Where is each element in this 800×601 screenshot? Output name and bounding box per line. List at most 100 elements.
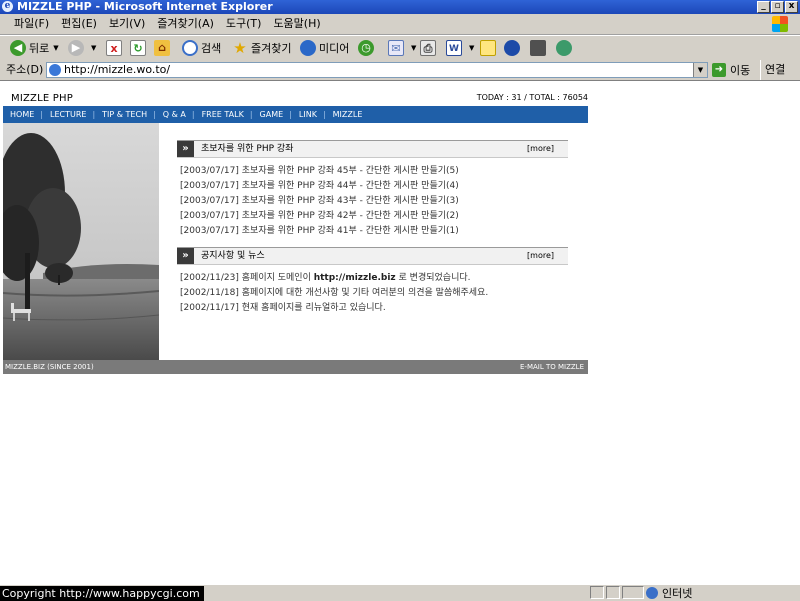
back-button[interactable]: ◀ 뒤로 ▼: [10, 39, 59, 57]
list-item[interactable]: [2002/11/17] 현재 홈페이지를 리뉴얼하고 있습니다.: [180, 301, 488, 316]
search-label: 검색: [201, 42, 222, 55]
note-icon: [480, 40, 496, 56]
refresh-button[interactable]: ↻: [130, 39, 149, 57]
mail-button[interactable]: ✉ ▼: [388, 39, 416, 57]
chevron-down-icon[interactable]: ▼: [469, 44, 474, 52]
content-area: » 초보자를 위한 PHP 강좌 [more] [2003/07/17] 초보자…: [159, 123, 588, 360]
landscape-photo: [3, 123, 159, 360]
messenger-button[interactable]: [556, 39, 575, 57]
menu-edit[interactable]: 편집(E): [55, 14, 103, 34]
close-button[interactable]: x: [785, 1, 798, 13]
menu-favorites[interactable]: 즐겨찾기(A): [151, 14, 220, 34]
home-button[interactable]: ⌂: [154, 39, 173, 57]
list-item[interactable]: [2003/07/17] 초보자를 위한 PHP 강좌 43부 - 간단한 게시…: [180, 194, 459, 209]
globe-icon: [646, 587, 658, 599]
favorites-button[interactable]: ★ 즐겨찾기: [232, 39, 291, 57]
menu-help[interactable]: 도움말(H): [267, 14, 326, 34]
menu-view[interactable]: 보기(V): [103, 14, 151, 34]
list-item[interactable]: [2003/07/17] 초보자를 위한 PHP 강좌 41부 - 간단한 게시…: [180, 224, 459, 239]
media-button[interactable]: 미디어: [300, 39, 349, 57]
more-link[interactable]: [more]: [527, 248, 554, 264]
status-panel: [590, 586, 604, 599]
forward-button[interactable]: ▶ ▼: [68, 39, 96, 57]
chevron-down-icon[interactable]: ▼: [91, 44, 96, 52]
nav-tip-tech[interactable]: TIP & TECH: [95, 110, 153, 119]
home-icon: ⌂: [154, 40, 170, 56]
address-label: 주소(D): [6, 63, 44, 76]
forward-arrow-icon: ▶: [68, 40, 84, 56]
history-icon: ◷: [358, 40, 374, 56]
double-arrow-icon: »: [177, 141, 194, 157]
footer-copyright: MIZZLE.BIZ (SINCE 2001): [5, 363, 94, 371]
messenger-chart-button[interactable]: [530, 39, 549, 57]
mail-icon: ✉: [388, 40, 404, 56]
search-button[interactable]: 검색: [182, 39, 221, 57]
section-title: 초보자를 위한 PHP 강좌: [201, 144, 294, 154]
links-button[interactable]: 연결: [760, 60, 785, 80]
main-area: » 초보자를 위한 PHP 강좌 [more] [2003/07/17] 초보자…: [3, 123, 588, 360]
status-panel: [606, 586, 620, 599]
site-nav: HOME | LECTURE | TIP & TECH | Q & A | FREE T…: [3, 106, 588, 123]
nav-home[interactable]: HOME: [3, 110, 40, 119]
nav-qa[interactable]: Q & A: [156, 110, 192, 119]
print-button[interactable]: ⎙: [420, 39, 439, 57]
site-logo[interactable]: MIZZLE PHP: [11, 93, 73, 104]
nav-free-talk[interactable]: FREE TALK: [195, 110, 250, 119]
nav-link[interactable]: LINK: [292, 110, 323, 119]
security-zone: 인터넷: [646, 586, 692, 600]
go-label: 이동: [730, 64, 751, 77]
list-item[interactable]: [2003/07/17] 초보자를 위한 PHP 강좌 45부 - 간단한 게시…: [180, 164, 459, 179]
status-bar: Copyright http://www.happycgi.com 인터넷: [0, 584, 800, 601]
back-arrow-icon: ◀: [10, 40, 26, 56]
discuss-button[interactable]: [480, 39, 499, 57]
refresh-icon: ↻: [130, 40, 146, 56]
domain-link[interactable]: http://mizzle.biz: [314, 273, 396, 283]
nav-lecture[interactable]: LECTURE: [43, 110, 92, 119]
web-page: MIZZLE PHP TODAY : 31 / TOTAL : 76054 HO…: [0, 81, 800, 584]
nav-game[interactable]: GAME: [253, 110, 290, 119]
list-item-text: [2002/11/23] 홈페이지 도메인이: [180, 273, 314, 283]
minimize-button[interactable]: _: [757, 1, 770, 13]
nav-mizzle[interactable]: MIZZLE: [326, 110, 369, 119]
more-link[interactable]: [more]: [527, 141, 554, 157]
go-button[interactable]: ➜ 이동: [712, 62, 750, 78]
edit-button[interactable]: W ▼: [446, 39, 474, 57]
chevron-down-icon[interactable]: ▼: [693, 63, 707, 77]
history-button[interactable]: ◷: [358, 39, 377, 57]
window-controls: _ ▫ x: [757, 1, 798, 13]
ie-app-icon: e: [2, 1, 13, 12]
chevron-down-icon[interactable]: ▼: [53, 44, 58, 52]
stop-button[interactable]: x: [106, 39, 125, 57]
list-item-text: 로 변경되었습니다.: [395, 273, 471, 283]
double-arrow-icon: »: [177, 248, 194, 264]
address-url[interactable]: http://mizzle.wo.to/: [64, 63, 170, 77]
email-link[interactable]: E-MAIL TO MIZZLE: [520, 360, 584, 374]
list-item[interactable]: [2002/11/18] 홈페이지에 대한 개선사항 및 기타 여러분의 의견을…: [180, 286, 488, 301]
zone-label: 인터넷: [662, 587, 693, 600]
window-title: MIZZLE PHP - Microsoft Internet Explorer: [17, 0, 273, 13]
chart-icon: [530, 40, 546, 56]
menu-tools[interactable]: 도구(T): [220, 14, 268, 34]
address-input[interactable]: http://mizzle.wo.to/ ▼: [46, 62, 708, 78]
research-button[interactable]: [504, 39, 523, 57]
list-item[interactable]: [2003/07/17] 초보자를 위한 PHP 강좌 44부 - 간단한 게시…: [180, 179, 459, 194]
back-label: 뒤로: [29, 42, 50, 55]
notice-section-header: » 공지사항 및 뉴스 [more]: [177, 247, 568, 265]
word-icon: W: [446, 40, 462, 56]
go-arrow-icon: ➜: [712, 63, 726, 77]
messenger-icon: [556, 40, 572, 56]
section-title: 공지사항 및 뉴스: [201, 251, 265, 261]
menu-file[interactable]: 파일(F): [8, 14, 55, 34]
list-item[interactable]: [2002/11/23] 홈페이지 도메인이 http://mizzle.biz…: [180, 271, 488, 286]
stop-icon: x: [106, 40, 122, 56]
list-item[interactable]: [2003/07/17] 초보자를 위한 PHP 강좌 42부 - 간단한 게시…: [180, 209, 459, 224]
window-title-bar[interactable]: e MIZZLE PHP - Microsoft Internet Explor…: [0, 0, 800, 14]
address-bar: 주소(D) http://mizzle.wo.to/ ▼ ➜ 이동 연결: [0, 60, 800, 81]
chevron-down-icon[interactable]: ▼: [411, 44, 416, 52]
restore-button[interactable]: ▫: [771, 1, 784, 13]
printer-icon: ⎙: [420, 40, 436, 56]
notice-list: [2002/11/23] 홈페이지 도메인이 http://mizzle.biz…: [180, 271, 488, 316]
site-footer: MIZZLE.BIZ (SINCE 2001) E-MAIL TO MIZZLE: [3, 360, 588, 374]
search-icon: [182, 40, 198, 56]
visitor-stats: TODAY : 31 / TOTAL : 76054: [476, 93, 588, 102]
